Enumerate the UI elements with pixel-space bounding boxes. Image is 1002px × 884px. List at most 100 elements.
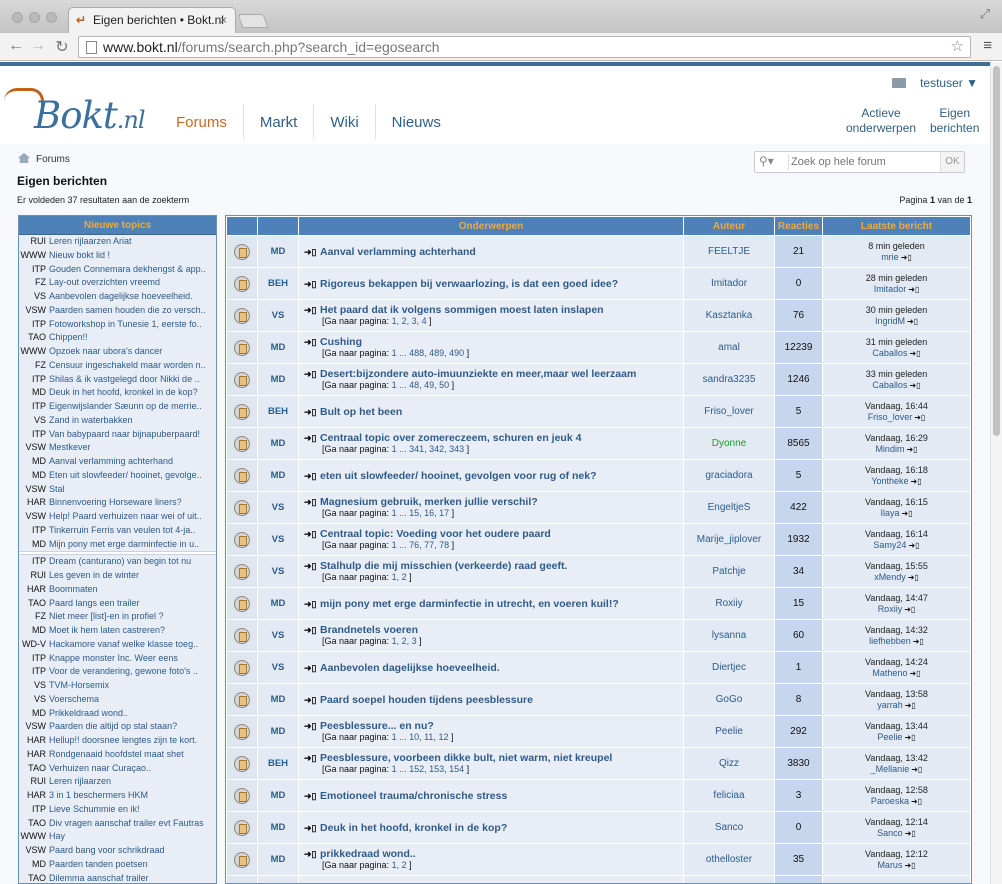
topic-link[interactable]: Censuur ingeschakeld maar worden n.. [49, 360, 206, 370]
topic-link[interactable]: Moet ik hem laten castreren? [49, 625, 165, 635]
back-icon[interactable]: ← [6, 37, 26, 55]
new-tab-button[interactable] [237, 14, 269, 28]
list-item[interactable]: RUI Leren rijlaarzen Ariat [19, 235, 216, 249]
list-item[interactable]: WWW Hay [19, 830, 216, 844]
last-post-user[interactable]: liefhebben [869, 636, 911, 646]
list-item[interactable]: WWW Nieuw bokt lid ! [19, 248, 216, 263]
topic-link[interactable]: Les geven in de winter [49, 570, 139, 580]
list-item[interactable]: VS Aanbevolen dagelijkse hoeveelheid. [19, 290, 216, 304]
site-logo[interactable]: Bokt.nl [4, 80, 164, 140]
topic-link[interactable]: Leren rijlaarzen [49, 776, 111, 786]
goto-last-post-icon[interactable]: ➜▯ [905, 828, 916, 839]
topic-title-link[interactable]: Het paard dat ik volgens sommigen moest … [320, 304, 604, 316]
topic-title-link[interactable]: Aanbevolen dagelijkse hoeveelheid. [320, 662, 500, 674]
list-item[interactable]: ITP Voor de verandering, gewone foto's .. [19, 665, 216, 679]
topic-category[interactable]: BEH [258, 396, 298, 427]
topic-author[interactable]: Kasztanka [684, 300, 774, 331]
goto-last-post-icon[interactable]: ➜▯ [907, 316, 918, 327]
browser-tab[interactable]: ↵ Eigen berichten • Bokt.nl × [68, 7, 236, 33]
new-post-arrow-icon[interactable]: ➜▯ [304, 305, 320, 316]
list-item[interactable]: WWW Opzoek naar ubora's dancer [19, 345, 216, 359]
user-menu[interactable]: testuser ▼ [920, 76, 978, 90]
topic-title-link[interactable]: Deuk in het hoofd, kronkel in de kop? [320, 822, 507, 834]
last-post-user[interactable]: Peelie [877, 732, 902, 742]
list-item[interactable]: HAR Rondgenaaid hoofdstel maat shet [19, 747, 216, 762]
reload-icon[interactable]: ↻ [52, 37, 72, 57]
topic-title-link[interactable]: Centraal topic over zomereczeem, schuren… [320, 432, 581, 444]
goto-last-post-icon[interactable]: ➜▯ [909, 380, 920, 391]
topic-link[interactable]: TVM-Horsemix [49, 680, 109, 690]
new-post-arrow-icon[interactable]: ➜▯ [304, 561, 320, 572]
breadcrumb-forums[interactable]: Forums [36, 154, 70, 165]
topic-link[interactable]: Hellup!! doorsnee lengtes zijn te kort. [49, 735, 197, 745]
nav-wiki[interactable]: Wiki [314, 104, 376, 139]
topic-author[interactable]: Roxiiy [684, 588, 774, 619]
new-post-arrow-icon[interactable]: ➜▯ [304, 823, 320, 834]
list-item[interactable]: MD Eten uit slowfeeder/ hooinet, gevolge.… [19, 468, 216, 483]
topic-link[interactable]: Shilas & ik vastgelegd door Nikki de .. [49, 374, 200, 384]
goto-last-post-icon[interactable]: ➜▯ [906, 444, 917, 455]
last-post-user[interactable]: Samy24 [873, 540, 906, 550]
search-icon[interactable]: ⚲▾ [759, 154, 789, 170]
topic-title-link[interactable]: Stalhulp die mij misschien (verkeerde) r… [320, 560, 567, 572]
own-posts-link[interactable]: Eigen berichten [930, 106, 979, 136]
new-post-arrow-icon[interactable]: ➜▯ [304, 625, 320, 636]
topic-link[interactable]: Zand in waterbakken [49, 415, 133, 425]
list-item[interactable]: HAR 3 in 1 beschermers HKM [19, 789, 216, 803]
topic-author[interactable]: feliciaa [684, 780, 774, 811]
page-numbers[interactable]: 1, 2 [392, 572, 407, 582]
topic-author[interactable]: Peelie [684, 716, 774, 747]
last-post-user[interactable]: mrie [881, 252, 899, 262]
new-post-arrow-icon[interactable]: ➜▯ [304, 247, 320, 258]
topic-author[interactable]: lysanna [684, 620, 774, 651]
new-post-arrow-icon[interactable]: ➜▯ [304, 337, 320, 348]
list-item[interactable]: MD Prikkeldraad wond.. [19, 706, 216, 721]
topic-title-link[interactable]: Bult op het been [320, 406, 402, 418]
new-post-arrow-icon[interactable]: ➜▯ [304, 849, 320, 860]
topic-link[interactable]: Opzoek naar ubora's dancer [49, 346, 162, 356]
goto-last-post-icon[interactable]: ➜▯ [914, 412, 925, 423]
list-item[interactable]: ITP Tinkerruin Ferris van veulen tot 4-ja… [19, 523, 216, 538]
list-item[interactable]: RUI Les geven in de winter [19, 569, 216, 583]
list-item[interactable]: ITP Shilas & ik vastgelegd door Nikki de … [19, 372, 216, 387]
topic-link[interactable]: Boommaten [49, 584, 98, 594]
topic-link[interactable]: Niet meer [list]-en in profiel ? [49, 611, 164, 621]
topic-link[interactable]: Voerschema [49, 694, 99, 704]
last-post-user[interactable]: Matheno [872, 668, 907, 678]
topic-category[interactable]: VS [258, 620, 298, 651]
topic-author[interactable] [684, 876, 774, 883]
topic-title-link[interactable]: Aanval verlamming achterhand [320, 246, 476, 258]
window-controls[interactable] [12, 12, 63, 26]
topic-link[interactable]: Hay [49, 831, 65, 841]
topic-link[interactable]: Voor de verandering, gewone foto's .. [49, 666, 198, 676]
topic-category[interactable]: BEH [258, 748, 298, 779]
topic-title-link[interactable]: mijn pony met erge darminfectie in utrec… [320, 598, 619, 610]
list-item[interactable]: VSW Paard bang voor schrikdraad [19, 844, 216, 858]
new-post-arrow-icon[interactable]: ➜▯ [304, 369, 320, 380]
page-numbers[interactable]: 1 ... 488, 489, 490 [392, 348, 465, 358]
list-item[interactable]: VSW Mestkever [19, 441, 216, 455]
minimize-window-button[interactable] [29, 12, 40, 23]
fullscreen-icon[interactable]: ⤢ [980, 6, 994, 22]
topic-category[interactable]: MD [258, 716, 298, 747]
list-item[interactable]: ITP Knappe monster Inc. Weer eens [19, 651, 216, 666]
topic-link[interactable]: Paard bang voor schrikdraad [49, 845, 165, 855]
goto-last-post-icon[interactable]: ➜▯ [913, 636, 924, 647]
last-post-user[interactable]: IngridM [875, 316, 905, 326]
topic-link[interactable]: Rondgenaaid hoofdstel maat shet [49, 749, 184, 759]
list-item[interactable]: ITP Dream (canturano) van begin tot nu [19, 555, 216, 569]
list-item[interactable]: ITP Gouden Connemara dekhengst & app.. [19, 262, 216, 277]
last-post-user[interactable]: Marus [877, 860, 902, 870]
last-post-user[interactable]: Roxiiy [878, 604, 903, 614]
goto-last-post-icon[interactable]: ➜▯ [911, 796, 922, 807]
topic-link[interactable]: Verhuizen naar Curaçao.. [49, 763, 151, 773]
list-item[interactable]: VSW Stal [19, 482, 216, 497]
list-item[interactable]: FZ Censuur ingeschakeld maar worden n.. [19, 358, 216, 373]
close-tab-icon[interactable]: × [220, 8, 227, 32]
topic-category[interactable]: MD [258, 588, 298, 619]
topic-category[interactable]: MD [258, 236, 298, 267]
topic-link[interactable]: Nieuw bokt lid ! [49, 250, 110, 260]
topic-author[interactable]: EngeltjeS [684, 492, 774, 523]
goto-last-post-icon[interactable]: ➜▯ [908, 540, 919, 551]
nav-nieuws[interactable]: Nieuws [376, 104, 457, 139]
